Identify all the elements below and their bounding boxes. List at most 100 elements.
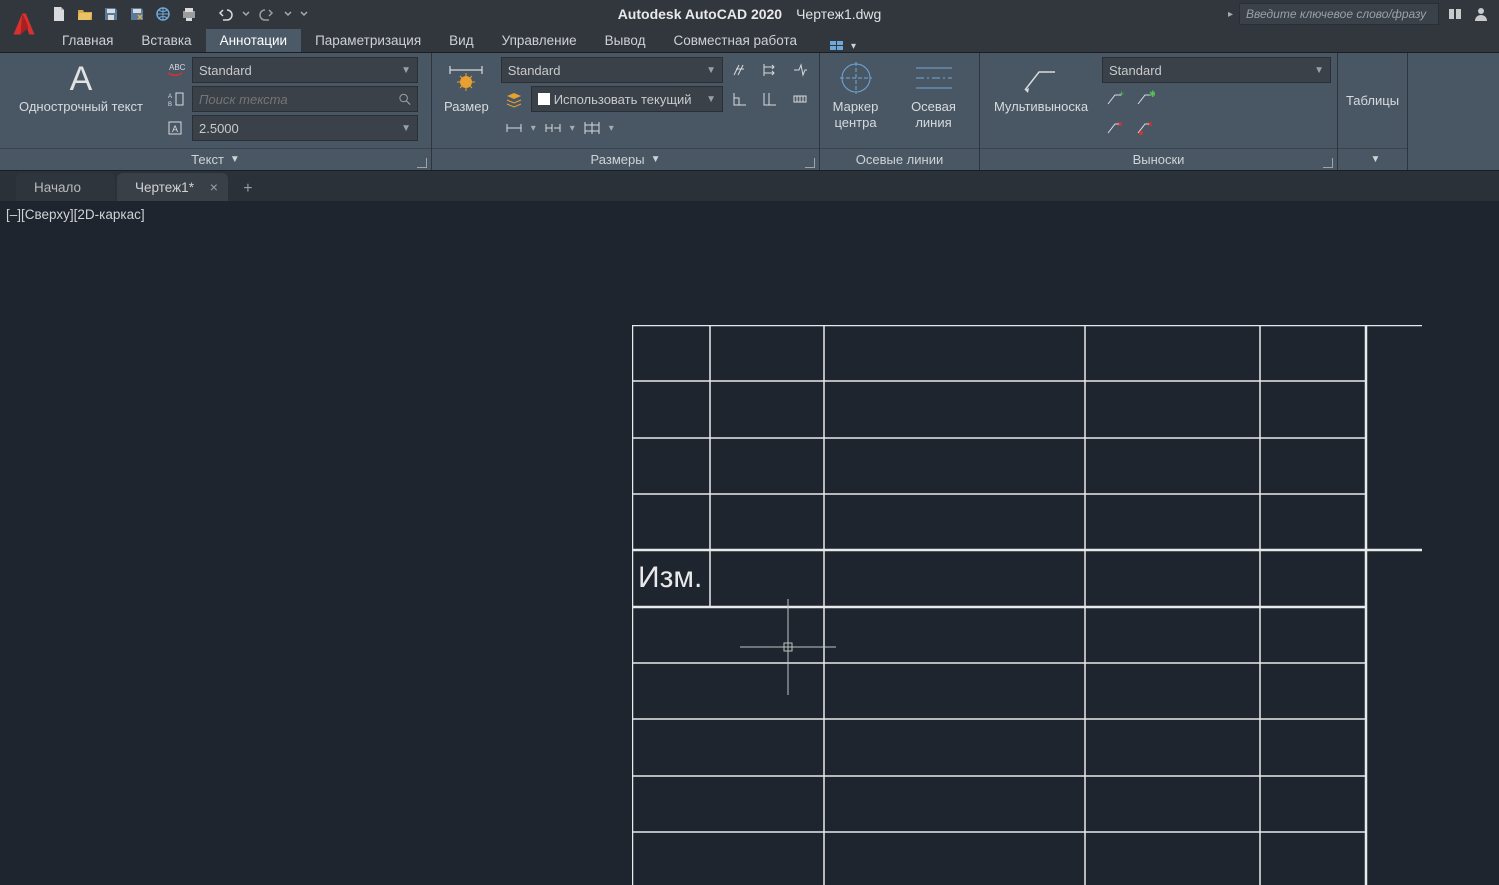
text-style-value: Standard (199, 63, 252, 78)
find-go-icon[interactable] (398, 92, 411, 106)
title-center: Autodesk AutoCAD 2020 Чертеж1.dwg (618, 6, 882, 22)
centerline-label: Осевая линия (899, 99, 969, 130)
text-button-label: Однострочный текст (19, 99, 143, 115)
app-logo[interactable] (4, 0, 44, 48)
text-search-input[interactable] (192, 86, 418, 112)
layer-color-icon (538, 93, 550, 105)
dim-linear-icon[interactable] (501, 115, 527, 141)
leader-style-dropdown[interactable]: Standard ▼ (1102, 57, 1331, 83)
close-tab-icon[interactable]: × (210, 179, 218, 195)
dim-tool6-icon[interactable] (787, 86, 813, 112)
svg-text:B: B (168, 102, 172, 108)
panel-text: A Однострочный текст ABC Standard ▼ AB (0, 53, 432, 170)
dim-tool1-icon[interactable] (727, 57, 753, 83)
drawing-viewport[interactable]: [–][Сверху][2D-каркас] Изм. (0, 201, 1499, 883)
featured-apps[interactable]: ▾ (829, 40, 856, 52)
menu-tabs: Главная Вставка Аннотации Параметризация… (0, 28, 1499, 53)
panel-dim-title[interactable]: Размеры▼ (432, 148, 819, 170)
search-expand-icon[interactable]: ▸ (1228, 9, 1233, 20)
panel-text-title[interactable]: Текст▼ (0, 148, 431, 170)
keyword-search-input[interactable]: Введите ключевое слово/фразу (1239, 3, 1439, 25)
document-tabs: Начало Чертеж1* × + (0, 171, 1499, 201)
menutab-home[interactable]: Главная (48, 29, 127, 52)
svg-text:A: A (168, 94, 172, 100)
panel-tables-title[interactable]: ▼ (1338, 148, 1407, 170)
menutab-insert[interactable]: Вставка (127, 29, 205, 52)
textstyle-icon[interactable]: ABC (162, 57, 188, 83)
dim-layer-dropdown[interactable]: Использовать текущий ▼ (531, 86, 723, 112)
web-icon[interactable] (152, 3, 174, 25)
menutab-manage[interactable]: Управление (488, 29, 591, 52)
text-search-field[interactable] (199, 92, 398, 107)
svg-text:A: A (172, 124, 178, 134)
save-icon[interactable] (100, 3, 122, 25)
new-icon[interactable] (48, 3, 70, 25)
centermark-button[interactable]: Маркер центра (825, 57, 887, 144)
text-height-icon[interactable]: A (162, 115, 188, 141)
infocenter-icon[interactable] (1445, 4, 1465, 24)
dim-baseline-icon[interactable] (579, 115, 605, 141)
quick-access-toolbar (48, 0, 310, 28)
dimension-button[interactable]: Размер (438, 57, 495, 144)
leader-align-icon[interactable] (1102, 115, 1128, 141)
redo-icon[interactable] (256, 3, 278, 25)
title-bar: Autodesk AutoCAD 2020 Чертеж1.dwg ▸ Введ… (0, 0, 1499, 28)
text-height-dropdown[interactable]: 2.5000 ▼ (192, 115, 418, 141)
centerline-button[interactable]: Осевая линия (893, 57, 975, 144)
panel-center-title: Осевые линии (820, 148, 979, 170)
text-button[interactable]: A Однострочный текст (6, 57, 156, 144)
ribbon: A Однострочный текст ABC Standard ▼ AB (0, 53, 1499, 171)
dialog-launcher-icon[interactable] (1323, 158, 1333, 168)
dim-tool2-icon[interactable] (757, 57, 783, 83)
panel-tables: Таблицы ▼ (1338, 53, 1408, 170)
menutab-view[interactable]: Вид (435, 29, 487, 52)
dim-tool5-icon[interactable] (757, 86, 783, 112)
undo-icon[interactable] (214, 3, 236, 25)
doctab-start[interactable]: Начало (16, 173, 115, 201)
dim-tool4-icon[interactable] (727, 86, 753, 112)
leader-collect-icon[interactable] (1132, 115, 1158, 141)
app-name: Autodesk AutoCAD 2020 (618, 6, 782, 22)
doctab-drawing1[interactable]: Чертеж1* × (117, 173, 228, 201)
document-name: Чертеж1.dwg (796, 6, 881, 22)
text-height-value: 2.5000 (199, 121, 239, 136)
new-tab-button[interactable]: + (234, 177, 262, 201)
qat-dropdown-icon[interactable] (298, 3, 310, 25)
svg-text:✱: ✱ (1149, 90, 1155, 99)
dim-tool3-icon[interactable] (787, 57, 813, 83)
dialog-launcher-icon[interactable] (417, 158, 427, 168)
centermark-label: Маркер центра (831, 99, 881, 130)
mleader-label: Мультивыноска (994, 99, 1088, 115)
svg-text:ABC: ABC (169, 63, 185, 72)
menutab-annotate[interactable]: Аннотации (206, 29, 301, 52)
panel-centerlines: Маркер центра Осевая линия Осевые линии (820, 53, 980, 170)
leader-style-value: Standard (1109, 63, 1162, 78)
dim-style-dropdown[interactable]: Standard ▼ (501, 57, 723, 83)
open-icon[interactable] (74, 3, 96, 25)
find-icon[interactable]: AB (162, 86, 188, 112)
svg-text:A: A (70, 60, 93, 96)
dim-style-value: Standard (508, 63, 561, 78)
leader-add-icon[interactable]: + (1102, 86, 1128, 112)
title-right: ▸ Введите ключевое слово/фразу (1228, 3, 1499, 25)
saveas-icon[interactable] (126, 3, 148, 25)
text-style-dropdown[interactable]: Standard ▼ (192, 57, 418, 83)
drawing-content: Изм. (632, 325, 1432, 885)
signin-icon[interactable] (1471, 4, 1491, 24)
undo-dropdown-icon[interactable] (240, 3, 252, 25)
redo-dropdown-icon[interactable] (282, 3, 294, 25)
menutab-parametric[interactable]: Параметризация (301, 29, 435, 52)
panel-leaders: Мультивыноска Standard ▼ + ✱ (980, 53, 1338, 170)
tables-label[interactable]: Таблицы (1346, 93, 1399, 108)
dim-layer-icon[interactable] (501, 86, 527, 112)
dialog-launcher-icon[interactable] (805, 158, 815, 168)
plot-icon[interactable] (178, 3, 200, 25)
cell-text: Изм. (638, 561, 702, 594)
viewport-controls[interactable]: [–][Сверху][2D-каркас] (6, 207, 145, 222)
menutab-collaborate[interactable]: Совместная работа (659, 29, 811, 52)
dim-continue-icon[interactable] (540, 115, 566, 141)
menutab-output[interactable]: Вывод (591, 29, 660, 52)
panel-leader-title[interactable]: Выноски (980, 148, 1337, 170)
mleader-button[interactable]: Мультивыноска (986, 57, 1096, 144)
leader-remove-icon[interactable]: ✱ (1132, 86, 1158, 112)
